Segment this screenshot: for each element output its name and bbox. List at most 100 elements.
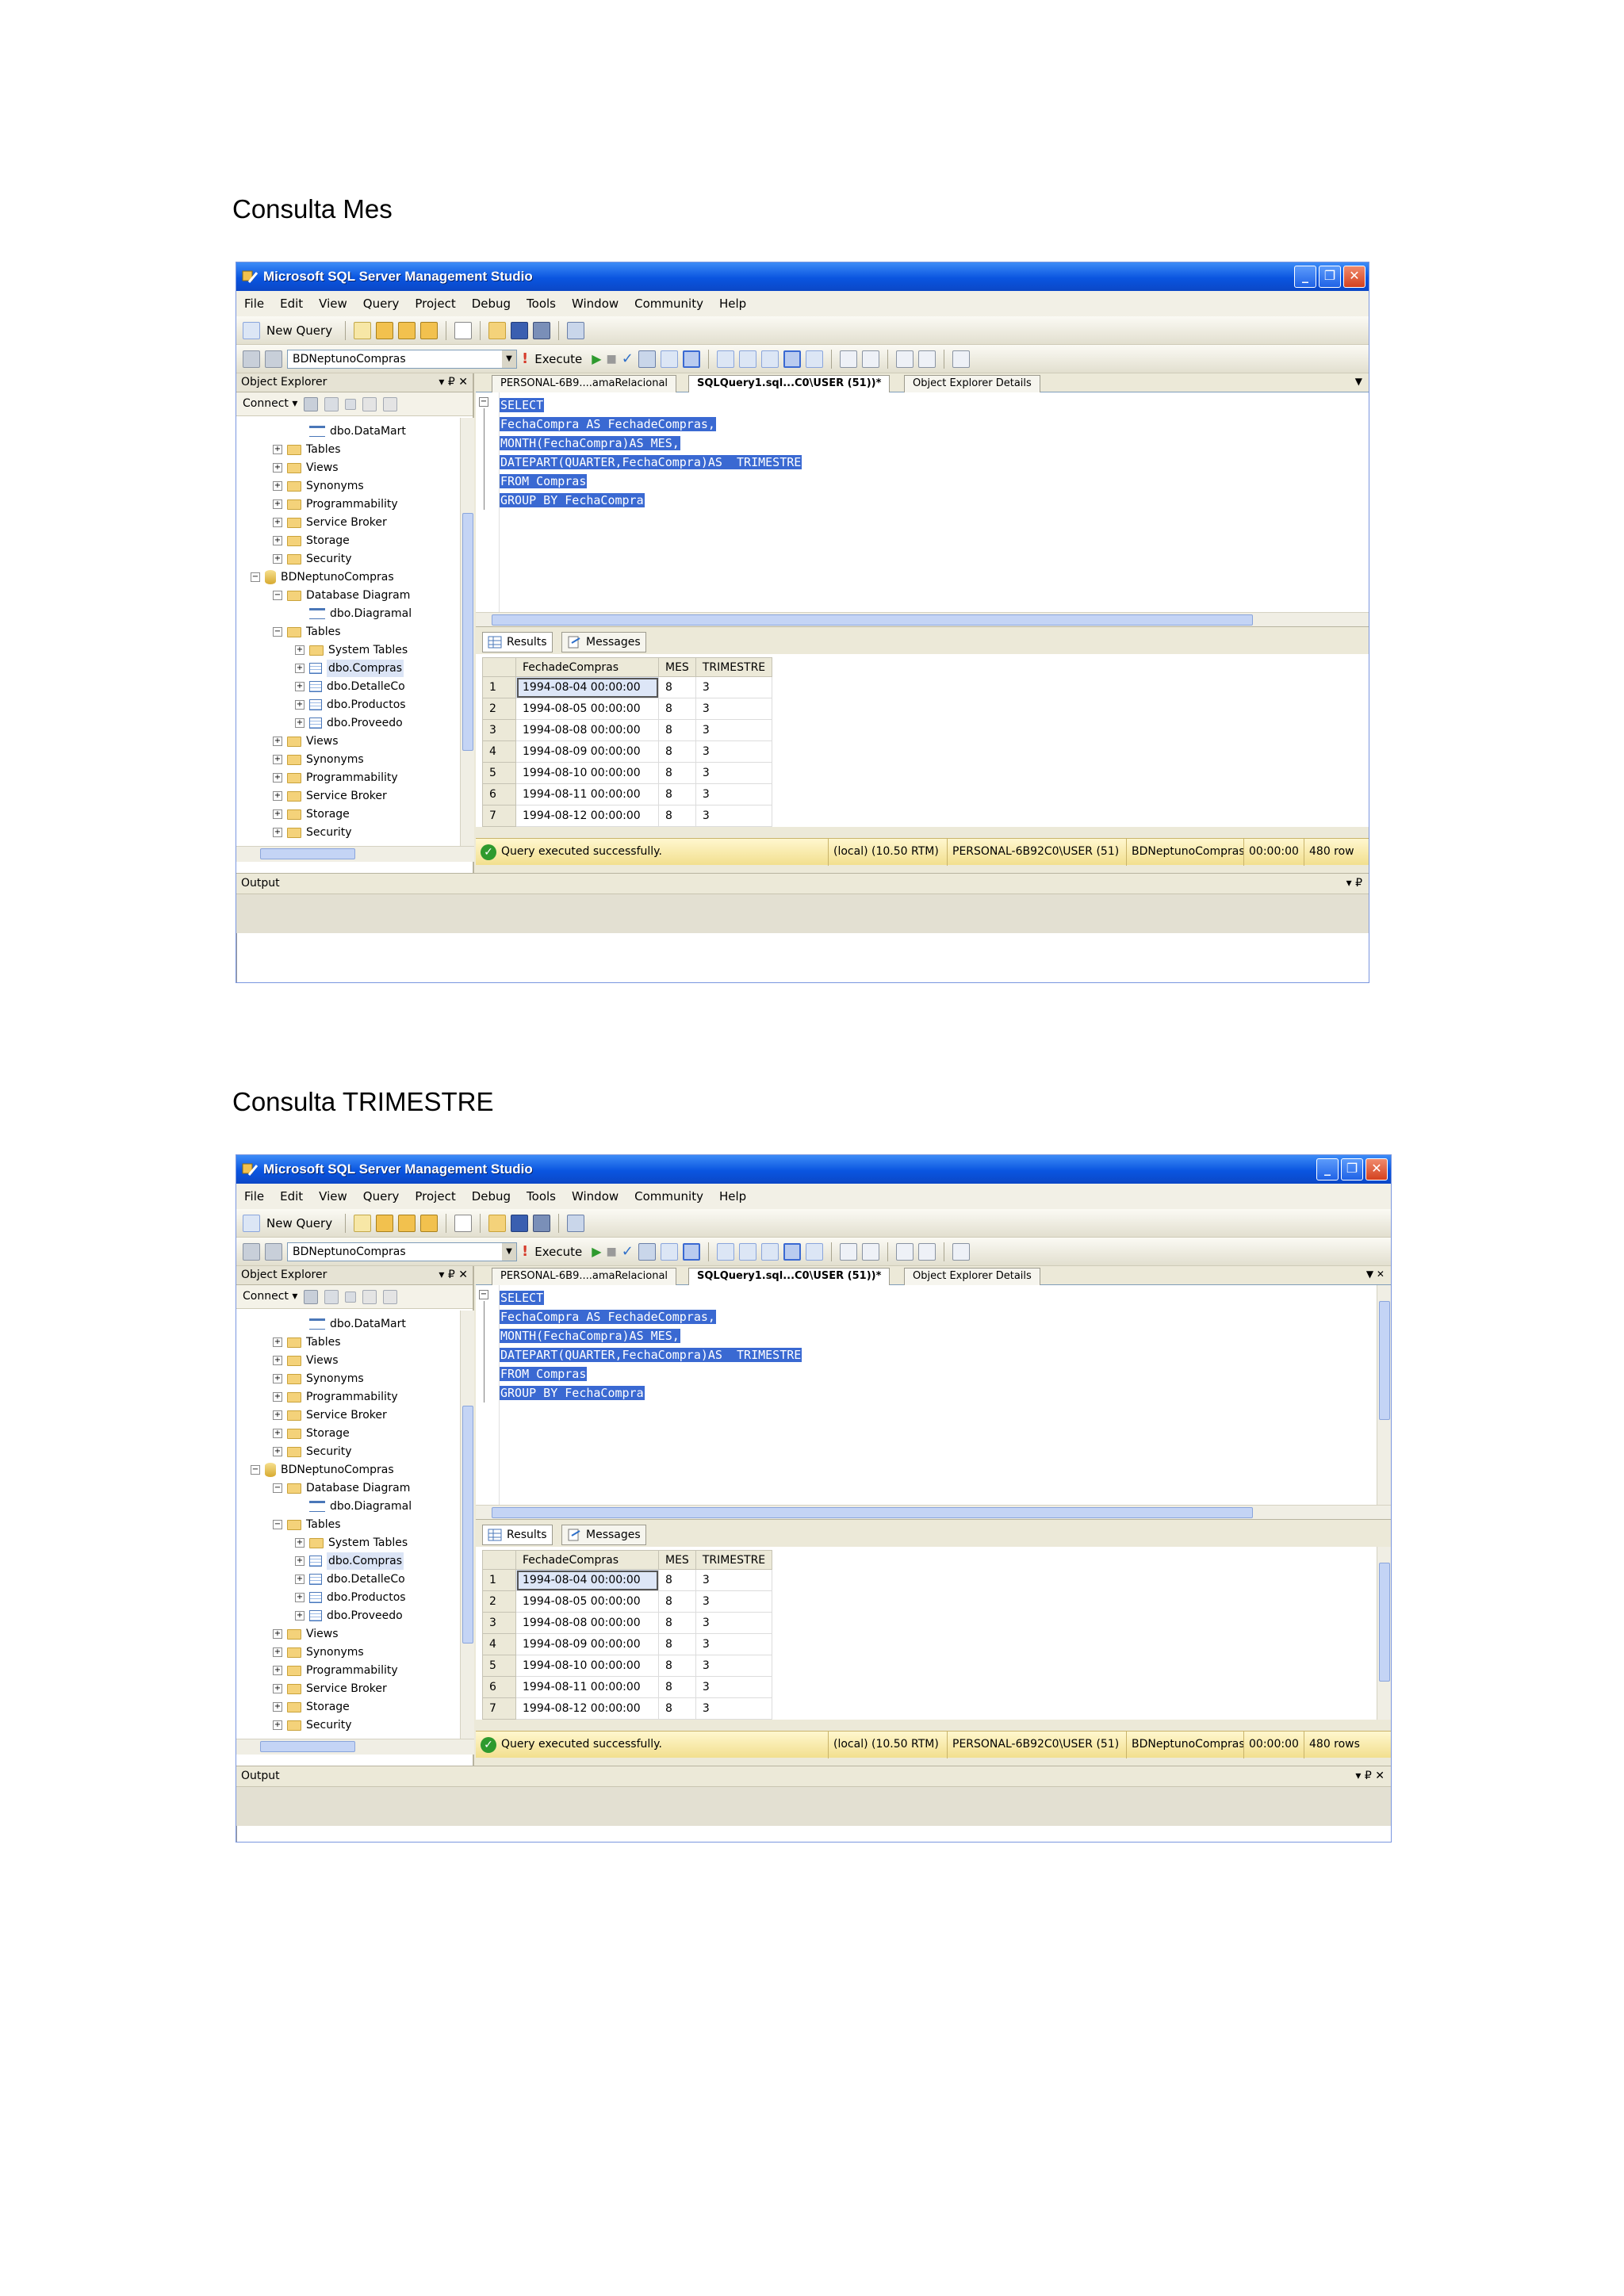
- expand-icon[interactable]: +: [273, 773, 282, 783]
- tree-node[interactable]: + Storage: [273, 1698, 350, 1716]
- grid-cell[interactable]: 1994-08-09 00:00:00: [515, 740, 659, 763]
- execute-button[interactable]: Execute: [534, 1245, 582, 1259]
- connect-db-icon[interactable]: [304, 1289, 319, 1304]
- tree-node[interactable]: + Views: [273, 733, 339, 750]
- scrollbar-thumb[interactable]: [1379, 1301, 1390, 1420]
- expand-icon[interactable]: +: [273, 828, 282, 837]
- refresh-icon[interactable]: [383, 1289, 398, 1304]
- tree-node[interactable]: + Security: [273, 1443, 352, 1460]
- display-plan-icon[interactable]: [638, 1242, 656, 1261]
- new-file-icon[interactable]: [354, 321, 372, 339]
- menu-tools[interactable]: Tools: [527, 297, 556, 311]
- grid-cell[interactable]: 8: [658, 698, 696, 720]
- tree-node[interactable]: + System Tables: [295, 641, 408, 659]
- grid-cell[interactable]: 3: [695, 1633, 773, 1655]
- tree-node[interactable]: + dbo.Compras: [295, 1552, 404, 1570]
- object-explorer-hscrollbar[interactable]: [236, 846, 474, 862]
- minimize-button[interactable]: _: [1316, 1158, 1339, 1181]
- tree-node[interactable]: − BDNeptunoCompras: [251, 1461, 394, 1479]
- grid-cell[interactable]: 1994-08-11 00:00:00: [515, 783, 659, 806]
- row-number[interactable]: 1: [482, 676, 516, 698]
- row-number[interactable]: 4: [482, 740, 516, 763]
- activity-monitor-icon[interactable]: [567, 321, 585, 339]
- activity-monitor-icon[interactable]: [567, 1214, 585, 1232]
- save-icon[interactable]: [511, 1214, 529, 1232]
- code-line[interactable]: GROUP BY FechaCompra: [500, 491, 802, 510]
- results-table[interactable]: FechadeCompras MES TRIMESTRE 1 1994-08-04 00…: [482, 1550, 773, 1720]
- column-header[interactable]: MES: [658, 657, 696, 677]
- execute-icon[interactable]: !: [522, 350, 528, 367]
- tree-node[interactable]: − Tables: [273, 623, 341, 641]
- table-row[interactable]: 4 1994-08-09 00:00:00 8 3: [482, 740, 773, 763]
- expand-icon[interactable]: +: [273, 1447, 282, 1456]
- grid-cell[interactable]: 3: [695, 1655, 773, 1677]
- save-icon[interactable]: [511, 321, 529, 339]
- grid-cell[interactable]: 3: [695, 783, 773, 806]
- tree-node[interactable]: − Tables: [273, 1516, 341, 1533]
- tree-node[interactable]: + Views: [273, 459, 339, 476]
- grid-cell[interactable]: 1994-08-08 00:00:00: [515, 1612, 659, 1634]
- hscroll-track[interactable]: [236, 1739, 474, 1754]
- table-row[interactable]: 1 1994-08-04 00:00:00 8 3: [482, 676, 773, 698]
- grid-cell[interactable]: 3: [695, 805, 773, 827]
- results-vscrollbar[interactable]: [1377, 1547, 1391, 1720]
- grid-cell[interactable]: 1994-08-10 00:00:00: [515, 762, 659, 784]
- expand-icon[interactable]: +: [273, 1629, 282, 1639]
- output-pane-controls[interactable]: ▾ ₽ ✕: [1355, 1766, 1385, 1786]
- code-line[interactable]: DATEPART(QUARTER,FechaCompra)AS TRIMESTR…: [500, 1345, 802, 1364]
- grid-cell[interactable]: 1994-08-09 00:00:00: [515, 1633, 659, 1655]
- results-table[interactable]: FechadeCompras MES TRIMESTRE 1 1994-08-04 00…: [482, 657, 773, 827]
- expand-icon[interactable]: +: [295, 645, 304, 655]
- grid-cell[interactable]: 3: [695, 698, 773, 720]
- menu-window[interactable]: Window: [572, 297, 619, 311]
- analysis-query-icon[interactable]: [398, 321, 416, 339]
- uncomment-icon[interactable]: [861, 1242, 879, 1261]
- tab-object-explorer-details[interactable]: Object Explorer Details: [904, 1268, 1040, 1285]
- expand-icon[interactable]: +: [273, 499, 282, 509]
- specify-values-icon[interactable]: [952, 350, 970, 368]
- increase-indent-icon[interactable]: [917, 1242, 936, 1261]
- expand-icon[interactable]: +: [295, 718, 304, 728]
- stop-icon[interactable]: [345, 398, 357, 410]
- table-row[interactable]: 6 1994-08-11 00:00:00 8 3: [482, 1676, 773, 1698]
- comment-icon[interactable]: [839, 350, 857, 368]
- menu-project[interactable]: Project: [415, 1189, 455, 1203]
- tree-node[interactable]: + Synonyms: [273, 477, 364, 495]
- tree-node[interactable]: + Service Broker: [273, 1680, 387, 1697]
- expand-icon[interactable]: +: [273, 1410, 282, 1420]
- expand-icon[interactable]: +: [295, 1611, 304, 1621]
- table-row[interactable]: 7 1994-08-12 00:00:00 8 3: [482, 805, 773, 827]
- column-header[interactable]: [482, 657, 516, 677]
- grid-cell[interactable]: 8: [658, 783, 696, 806]
- filter-icon[interactable]: [362, 1289, 377, 1304]
- expand-icon[interactable]: +: [273, 1702, 282, 1712]
- tab-sqlquery1[interactable]: SQLQuery1.sql...C0\USER (51))*: [688, 1268, 891, 1286]
- scrollbar-thumb[interactable]: [260, 848, 355, 859]
- expand-icon[interactable]: +: [295, 700, 304, 710]
- change-connection-icon[interactable]: [265, 1242, 282, 1261]
- table-row[interactable]: 2 1994-08-05 00:00:00 8 3: [482, 698, 773, 720]
- change-connection-icon[interactable]: [265, 350, 282, 368]
- expand-icon[interactable]: +: [273, 536, 282, 545]
- tab-diagram[interactable]: PERSONAL-6B9....amaRelacional: [492, 375, 677, 392]
- grid-cell[interactable]: 1994-08-10 00:00:00: [515, 1655, 659, 1677]
- grid-cell[interactable]: 1994-08-05 00:00:00: [515, 1590, 659, 1613]
- code-line[interactable]: DATEPART(QUARTER,FechaCompra)AS TRIMESTR…: [500, 453, 802, 472]
- chevron-down-icon[interactable]: ▼: [502, 350, 516, 368]
- tree-node[interactable]: + dbo.DetalleCo: [295, 1571, 405, 1588]
- row-number[interactable]: 3: [482, 1612, 516, 1634]
- refresh-icon[interactable]: [383, 396, 398, 411]
- scrollbar-thumb[interactable]: [462, 513, 473, 751]
- expand-icon[interactable]: +: [273, 481, 282, 491]
- expand-icon[interactable]: +: [295, 1556, 304, 1566]
- collapse-icon[interactable]: −: [479, 397, 488, 407]
- expand-icon[interactable]: +: [273, 1720, 282, 1730]
- expand-icon[interactable]: +: [273, 809, 282, 819]
- code-line[interactable]: FROM Compras: [500, 472, 802, 491]
- object-explorer-scrollbar[interactable]: [460, 418, 474, 846]
- display-plan-icon[interactable]: [638, 350, 656, 368]
- disconnect-icon[interactable]: [324, 1289, 339, 1304]
- increase-indent-icon[interactable]: [917, 350, 936, 368]
- tree-node[interactable]: + Views: [273, 1625, 339, 1643]
- debug-play-icon[interactable]: ▶: [592, 1244, 601, 1259]
